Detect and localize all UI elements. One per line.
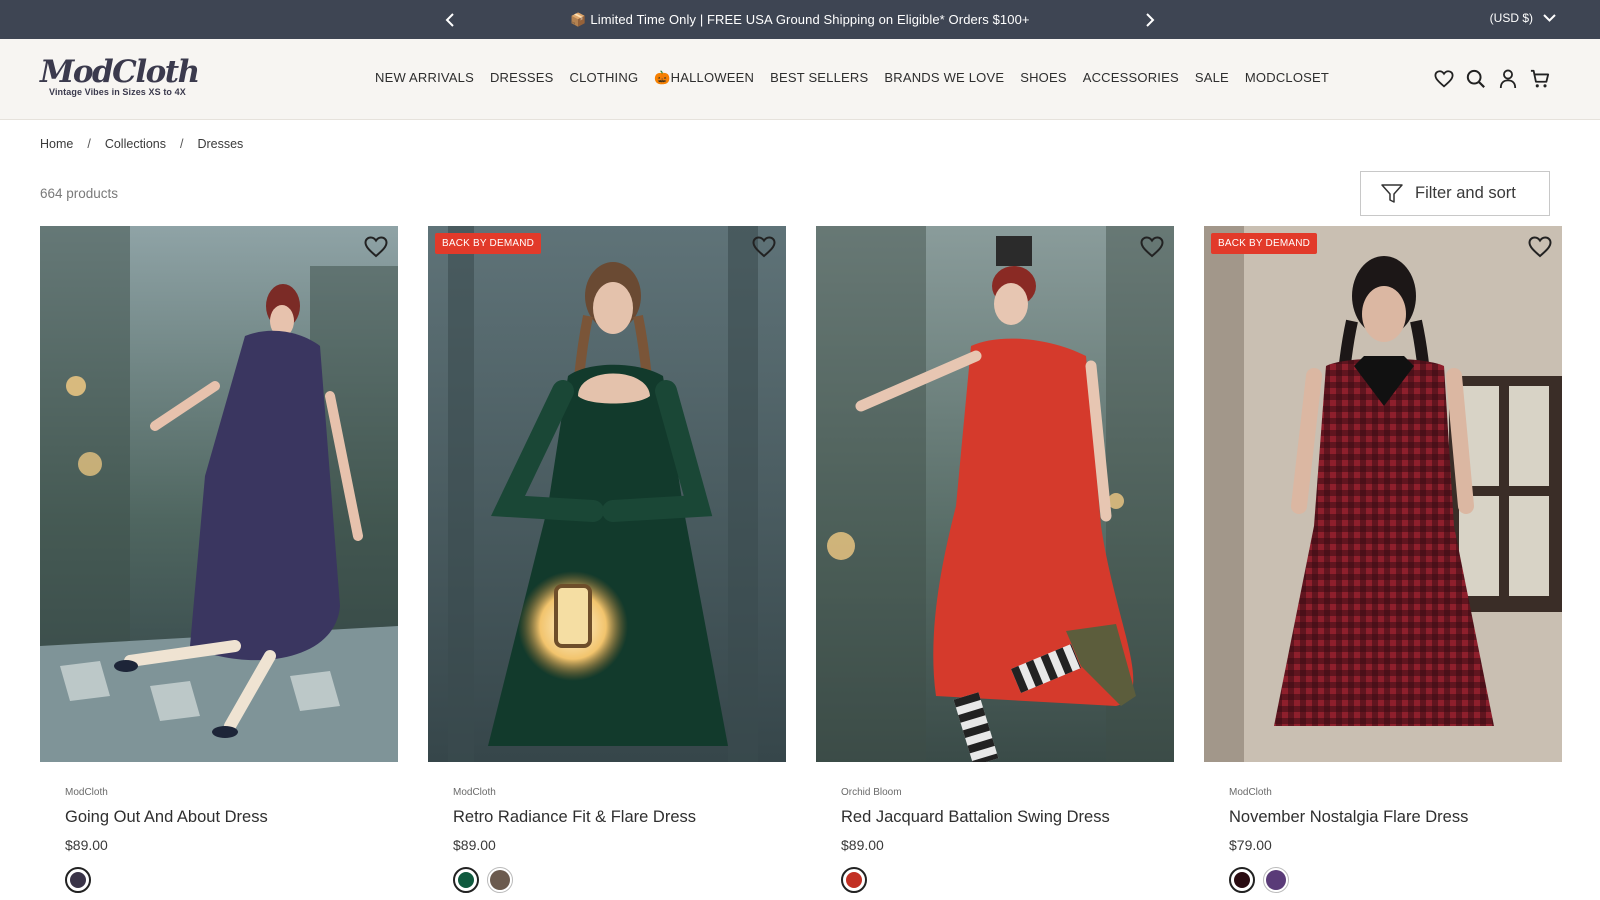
color-swatch[interactable] <box>453 867 479 893</box>
breadcrumb-home[interactable]: Home <box>40 137 73 151</box>
announcement-bar: 📦 Limited Time Only | FREE USA Ground Sh… <box>0 0 1600 39</box>
product-card: ModCloth Going Out And About Dress $89.0… <box>40 226 398 893</box>
product-card: BACK BY DEMAND ModCloth November Nostalg… <box>1204 226 1562 893</box>
color-swatches <box>1229 867 1562 893</box>
breadcrumb-separator: / <box>87 137 91 151</box>
filter-label: Filter and sort <box>1415 184 1516 202</box>
filter-and-sort-button[interactable]: Filter and sort <box>1360 171 1550 216</box>
color-swatches <box>841 867 1174 893</box>
product-vendor: ModCloth <box>453 787 496 798</box>
logo-link[interactable]: ModCloth Vintage Vibes in Sizes XS to 4X <box>40 54 200 97</box>
product-card: BACK BY DEMAND ModCloth Retro Radiance F… <box>428 226 786 893</box>
product-count: 664 products <box>40 186 119 201</box>
product-photo <box>816 226 1174 762</box>
nav-new-arrivals[interactable]: NEW ARRIVALS <box>375 70 474 86</box>
account-icon <box>1499 69 1517 89</box>
product-price: $89.00 <box>453 837 496 853</box>
wishlist-toggle[interactable] <box>752 236 776 260</box>
nav-sale[interactable]: SALE <box>1195 70 1229 86</box>
heart-icon <box>1528 236 1552 258</box>
product-image[interactable] <box>816 226 1174 762</box>
cart-icon <box>1530 69 1550 88</box>
breadcrumb: Home / Collections / Dresses <box>40 137 243 151</box>
product-title[interactable]: November Nostalgia Flare Dress <box>1229 808 1562 827</box>
nav-shoes[interactable]: SHOES <box>1020 70 1067 86</box>
breadcrumb-current: Dresses <box>197 137 244 151</box>
currency-selector[interactable]: (USD $) <box>1490 11 1556 25</box>
color-swatch[interactable] <box>1263 867 1289 893</box>
product-photo <box>428 226 786 762</box>
product-badge: BACK BY DEMAND <box>1211 233 1318 254</box>
product-title[interactable]: Going Out And About Dress <box>65 808 398 827</box>
product-title[interactable]: Retro Radiance Fit & Flare Dress <box>453 808 786 827</box>
product-image[interactable] <box>40 226 398 762</box>
color-swatch[interactable] <box>65 867 91 893</box>
product-photo <box>1204 226 1562 762</box>
logo-wordmark: ModCloth <box>40 54 200 90</box>
nav-halloween[interactable]: 🎃HALLOWEEN <box>654 70 754 86</box>
chevron-down-icon <box>1543 14 1556 22</box>
nav-clothing[interactable]: CLOTHING <box>570 70 639 86</box>
nav-dresses[interactable]: DRESSES <box>490 70 554 86</box>
heart-icon <box>364 236 388 258</box>
breadcrumb-separator: / <box>179 137 184 151</box>
nav-brands-we-love[interactable]: BRANDS WE LOVE <box>884 70 1004 86</box>
search-button[interactable] <box>1466 68 1486 90</box>
product-vendor: ModCloth <box>65 787 108 798</box>
nav-modcloset[interactable]: MODCLOSET <box>1245 70 1329 86</box>
product-badge: BACK BY DEMAND <box>435 233 542 254</box>
logo-tagline: Vintage Vibes in Sizes XS to 4X <box>49 87 186 97</box>
product-image[interactable]: BACK BY DEMAND <box>428 226 786 762</box>
announcement-message[interactable]: 📦 Limited Time Only | FREE USA Ground Sh… <box>0 12 1600 28</box>
color-swatch[interactable] <box>1229 867 1255 893</box>
nav-best-sellers[interactable]: BEST SELLERS <box>770 70 868 86</box>
product-price: $89.00 <box>65 837 108 853</box>
color-swatch[interactable] <box>487 867 513 893</box>
color-swatch[interactable] <box>841 867 867 893</box>
chevron-right-icon <box>1146 13 1155 27</box>
product-title[interactable]: Red Jacquard Battalion Swing Dress <box>841 808 1174 827</box>
wishlist-button[interactable] <box>1434 68 1454 90</box>
product-price: $79.00 <box>1229 837 1272 853</box>
product-photo <box>40 226 398 762</box>
main-nav: NEW ARRIVALS DRESSES CLOTHING 🎃HALLOWEEN… <box>375 70 1329 86</box>
product-vendor: ModCloth <box>1229 787 1272 798</box>
nav-accessories[interactable]: ACCESSORIES <box>1083 70 1179 86</box>
heart-icon <box>1434 70 1454 88</box>
wishlist-toggle[interactable] <box>1528 236 1552 260</box>
site-header: ModCloth Vintage Vibes in Sizes XS to 4X… <box>0 39 1600 120</box>
heart-icon <box>1140 236 1164 258</box>
product-image[interactable]: BACK BY DEMAND <box>1204 226 1562 762</box>
wishlist-toggle[interactable] <box>1140 236 1164 260</box>
cart-button[interactable] <box>1530 68 1550 90</box>
heart-icon <box>752 236 776 258</box>
color-swatches <box>65 867 398 893</box>
wishlist-toggle[interactable] <box>364 236 388 260</box>
color-swatches <box>453 867 786 893</box>
breadcrumb-collections[interactable]: Collections <box>105 137 166 151</box>
header-icons <box>1434 68 1550 90</box>
announcement-next-button[interactable] <box>1140 10 1160 30</box>
search-icon <box>1466 69 1485 88</box>
account-button[interactable] <box>1498 68 1518 90</box>
filter-icon <box>1381 183 1403 203</box>
currency-label: (USD $) <box>1489 11 1533 25</box>
product-price: $89.00 <box>841 837 884 853</box>
product-card: Orchid Bloom Red Jacquard Battalion Swin… <box>816 226 1174 893</box>
product-vendor: Orchid Bloom <box>841 787 902 798</box>
